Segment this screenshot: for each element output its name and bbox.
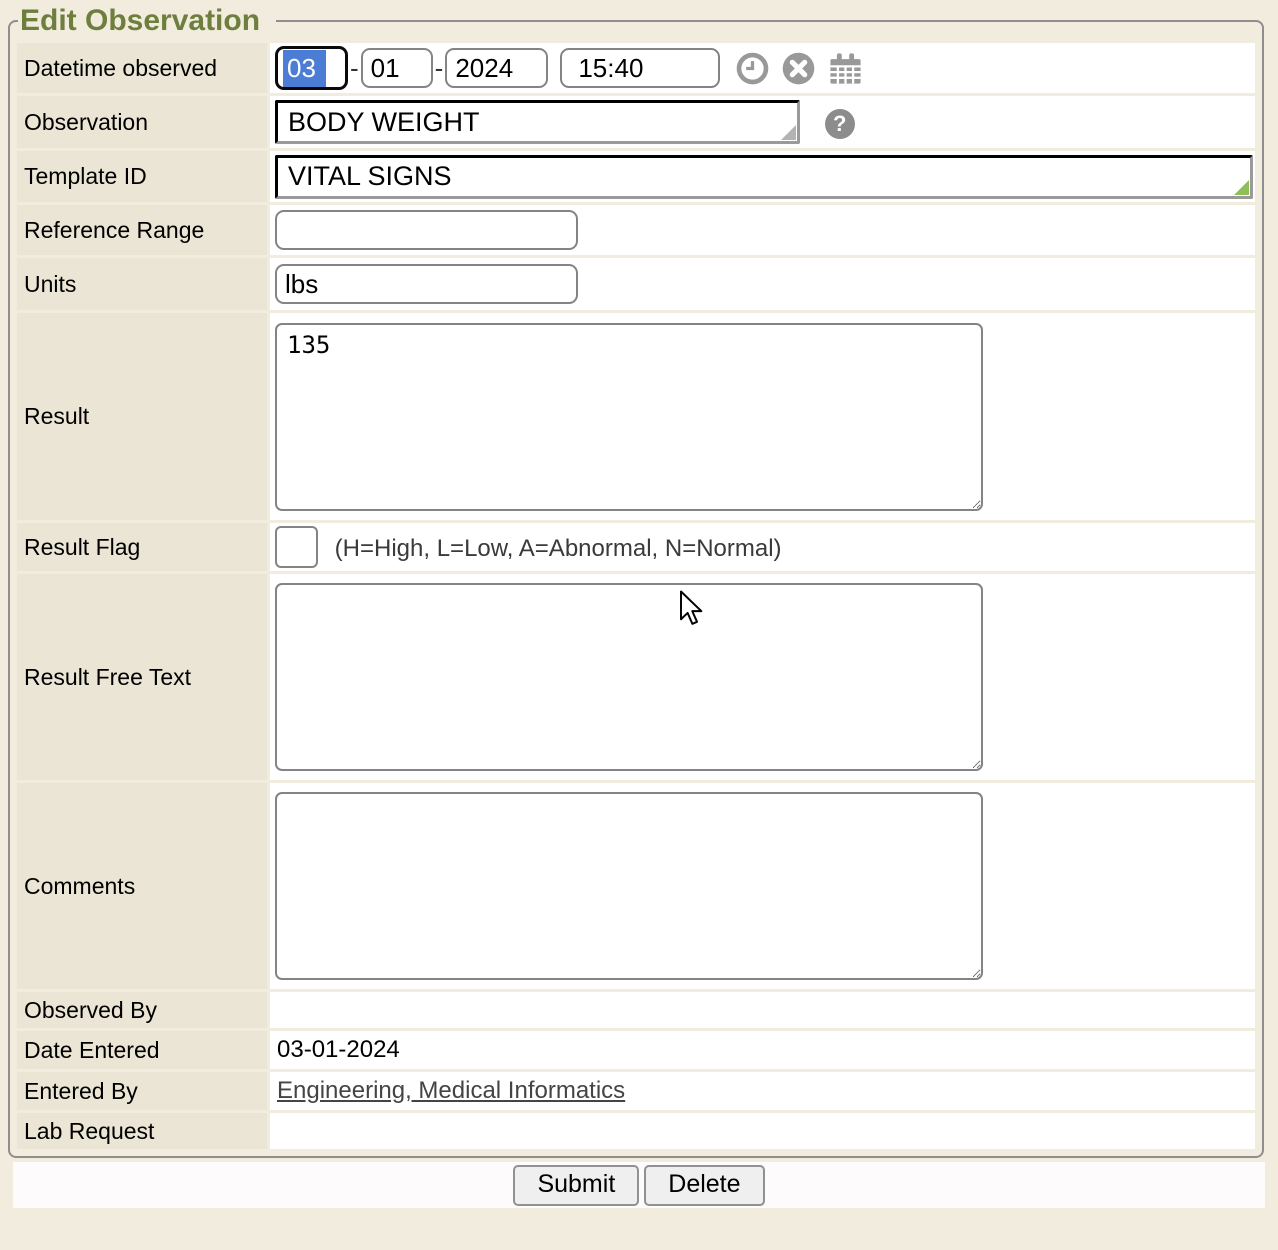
result-free-text-textarea[interactable] [275,583,983,771]
datetime-observed-label: Datetime observed [17,43,267,93]
date-entered-label: Date Entered [17,1031,267,1069]
autocomplete-match-indicator [1234,180,1249,195]
clock-icon[interactable] [736,52,769,85]
row-lab-request: Lab Request [17,1113,1255,1149]
result-label: Result [17,313,267,520]
entered-by-label: Entered By [17,1072,267,1110]
units-input[interactable] [275,264,578,304]
observation-label: Observation [17,96,267,148]
datetime-time-input[interactable] [560,48,720,88]
row-reference-range: Reference Range [17,205,1255,255]
row-result: Result 135 [17,313,1255,520]
row-observed-by: Observed By [17,992,1255,1028]
row-observation: Observation ? [17,96,1255,148]
datetime-year-input[interactable] [445,48,548,88]
submit-button[interactable]: Submit [513,1165,639,1206]
date-separator: - [435,53,444,84]
clear-icon[interactable] [782,52,815,85]
calendar-icon[interactable] [828,52,863,85]
entered-by-link[interactable]: Engineering, Medical Informatics [275,1077,625,1104]
help-icon[interactable]: ? [825,109,855,139]
row-units: Units [17,258,1255,310]
lab-request-label: Lab Request [17,1113,267,1149]
observation-input[interactable] [275,100,800,144]
row-entered-by: Entered By Engineering, Medical Informat… [17,1072,1255,1110]
page-title: Edit Observation [18,4,276,38]
result-free-text-label: Result Free Text [17,574,267,780]
row-result-flag: Result Flag (H=High, L=Low, A=Abnormal, … [17,523,1255,571]
date-separator: - [350,53,359,84]
reference-range-label: Reference Range [17,205,267,255]
template-id-input[interactable] [275,155,1253,199]
result-flag-label: Result Flag [17,523,267,571]
edit-observation-fieldset: Edit Observation Datetime observed 03 - … [8,4,1264,1158]
row-comments: Comments [17,783,1255,989]
observed-by-value [275,996,277,1023]
form-actions-bar: Submit Delete [13,1162,1265,1208]
observation-form-table: Datetime observed 03 - - [14,40,1258,1152]
selected-month-text: 03 [283,50,326,87]
date-entered-value: 03-01-2024 [275,1036,400,1063]
result-textarea[interactable]: 135 [275,323,983,511]
observed-by-label: Observed By [17,992,267,1028]
units-label: Units [17,258,267,310]
result-flag-hint: (H=High, L=Low, A=Abnormal, N=Normal) [335,535,782,562]
comments-label: Comments [17,783,267,989]
datetime-day-input[interactable] [361,48,433,88]
row-datetime-observed: Datetime observed 03 - - [17,43,1255,93]
row-template-id: Template ID [17,151,1255,202]
template-id-label: Template ID [17,151,267,202]
datetime-month-input[interactable]: 03 [275,46,348,90]
row-date-entered: Date Entered 03-01-2024 [17,1031,1255,1069]
result-flag-input[interactable] [275,526,318,568]
edit-observation-page: { "title": { "legend": "Edit Observation… [0,4,1278,1250]
autocomplete-corner-indicator [781,125,796,140]
row-result-free-text: Result Free Text [17,574,1255,780]
lab-request-value [275,1117,277,1144]
comments-textarea[interactable] [275,792,983,980]
reference-range-input[interactable] [275,210,578,250]
delete-button[interactable]: Delete [644,1165,764,1206]
